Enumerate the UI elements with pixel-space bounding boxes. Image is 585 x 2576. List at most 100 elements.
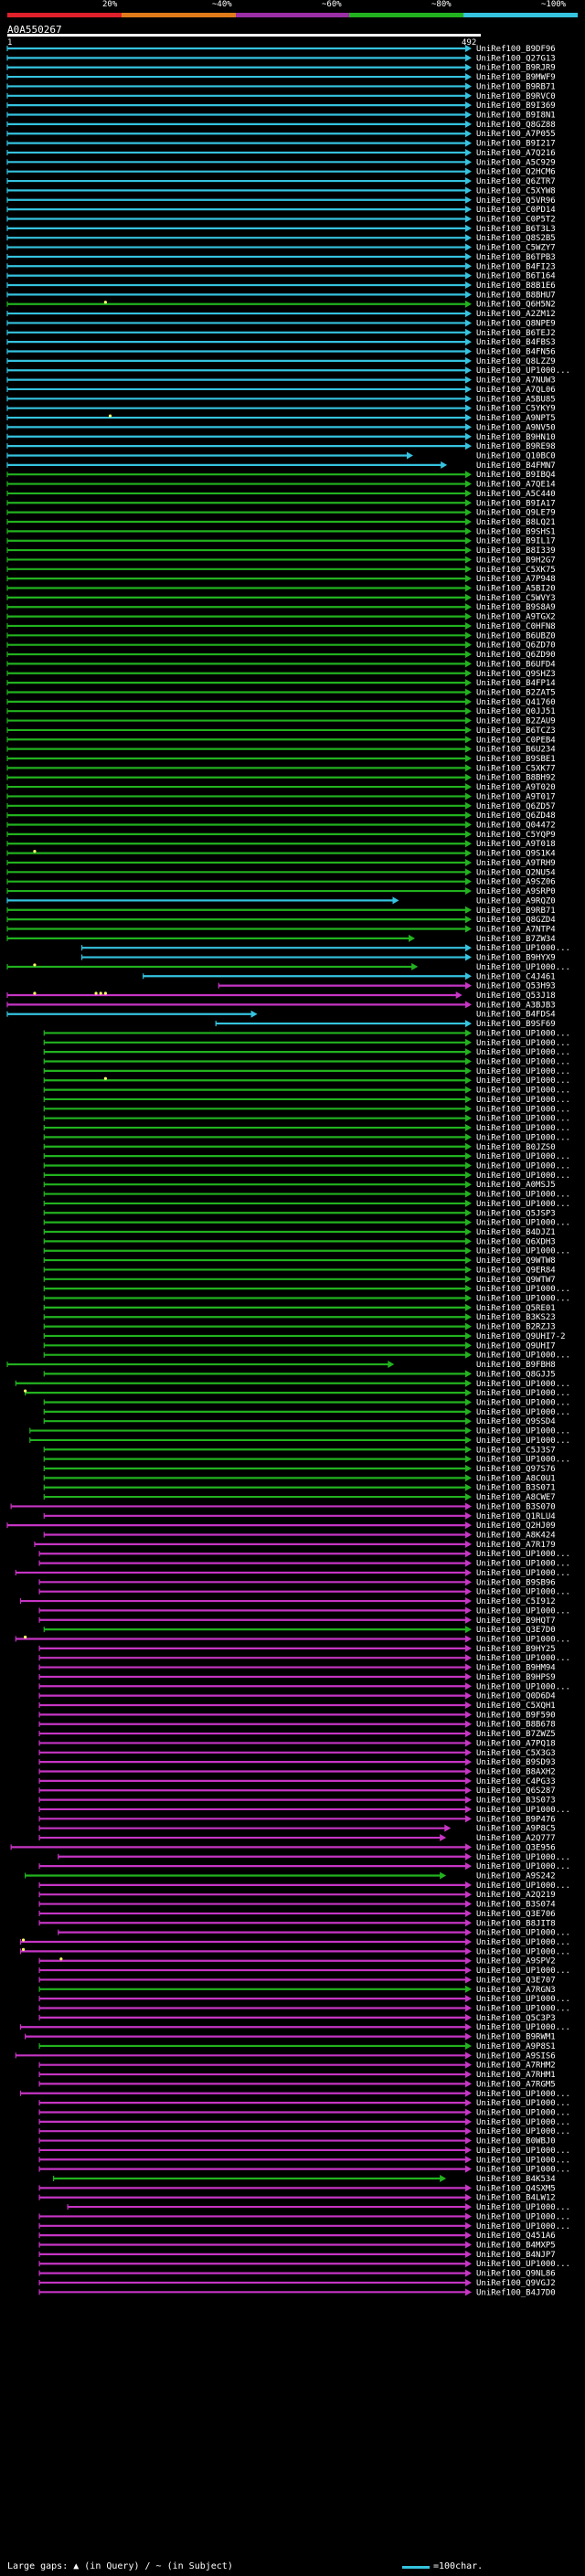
row-label[interactable]: UniRef100_B9HQT7	[476, 1617, 556, 1626]
row-label[interactable]: UniRef100_B9HYX9	[476, 954, 556, 963]
row-label[interactable]: UniRef100_B9I369	[476, 101, 556, 111]
row-label[interactable]: UniRef100_B9HN10	[476, 433, 556, 442]
row-label[interactable]: UniRef100_A5C929	[476, 158, 556, 167]
row-label[interactable]: UniRef100_Q3E956	[476, 1843, 556, 1852]
row-label[interactable]: UniRef100_UP1000...	[476, 1076, 570, 1086]
row-label[interactable]: UniRef100_B8BHU7	[476, 291, 556, 300]
row-label[interactable]: UniRef100_A9T020	[476, 783, 556, 792]
row-label[interactable]: UniRef100_B9RB71	[476, 906, 556, 916]
row-label[interactable]: UniRef100_Q53H93	[476, 982, 556, 991]
row-label[interactable]: UniRef100_UP1000...	[476, 1124, 570, 1133]
row-label[interactable]: UniRef100_Q2HJ09	[476, 1521, 556, 1531]
row-label[interactable]: UniRef100_Q41760	[476, 698, 556, 707]
row-label[interactable]: UniRef100_B4FDS4	[476, 1011, 556, 1020]
row-label[interactable]: UniRef100_C5WZY7	[476, 244, 556, 253]
row-label[interactable]: UniRef100_B9HY25	[476, 1645, 556, 1654]
row-label[interactable]: UniRef100_A8CWE7	[476, 1493, 556, 1502]
row-label[interactable]: UniRef100_B9IA17	[476, 499, 556, 508]
row-label[interactable]: UniRef100_UP1000...	[476, 1191, 570, 1200]
row-label[interactable]: UniRef100_A7NTP4	[476, 925, 556, 934]
row-label[interactable]: UniRef100_Q9LE79	[476, 509, 556, 518]
row-label[interactable]: UniRef100_UP1000...	[476, 2212, 570, 2221]
row-label[interactable]: UniRef100_UP1000...	[476, 1380, 570, 1389]
row-label[interactable]: UniRef100_UP1000...	[476, 1247, 570, 1256]
row-label[interactable]: UniRef100_Q6ZTR7	[476, 177, 556, 186]
row-label[interactable]: UniRef100_B3S070	[476, 1502, 556, 1511]
row-label[interactable]: UniRef100_B4J7D0	[476, 2288, 556, 2297]
row-label[interactable]: UniRef100_UP1000...	[476, 1389, 570, 1398]
row-label[interactable]: UniRef100_A0MSJ5	[476, 1181, 556, 1190]
row-label[interactable]: UniRef100_UP1000...	[476, 2118, 570, 2127]
row-label[interactable]: UniRef100_UP1000...	[476, 2166, 570, 2175]
row-label[interactable]: UniRef100_UP1000...	[476, 1682, 570, 1691]
row-label[interactable]: UniRef100_UP1000...	[476, 1352, 570, 1361]
row-label[interactable]: UniRef100_B8LQ21	[476, 518, 556, 527]
row-label[interactable]: UniRef100_UP1000...	[476, 1039, 570, 1048]
row-label[interactable]: UniRef100_B8AXH2	[476, 1768, 556, 1777]
row-label[interactable]: UniRef100_B3S074	[476, 1901, 556, 1910]
row-label[interactable]: UniRef100_B9RB71	[476, 82, 556, 91]
row-label[interactable]: UniRef100_UP1000...	[476, 1133, 570, 1142]
row-label[interactable]: UniRef100_B4FN56	[476, 348, 556, 357]
row-label[interactable]: UniRef100_C5XK77	[476, 764, 556, 773]
row-label[interactable]: UniRef100_UP1000...	[476, 963, 570, 972]
row-label[interactable]: UniRef100_Q9VGJ2	[476, 2279, 556, 2288]
row-label[interactable]: UniRef100_UP1000...	[476, 1200, 570, 1209]
row-label[interactable]: UniRef100_UP1000...	[476, 2222, 570, 2231]
row-label[interactable]: UniRef100_Q6ZD48	[476, 811, 556, 821]
row-label[interactable]: UniRef100_C5WVY3	[476, 594, 556, 603]
row-label[interactable]: UniRef100_B6U234	[476, 746, 556, 755]
row-label[interactable]: UniRef100_B4DJZ1	[476, 1228, 556, 1237]
row-label[interactable]: UniRef100_UP1000...	[476, 1408, 570, 1417]
row-label[interactable]: UniRef100_B9F590	[476, 1711, 556, 1720]
row-label[interactable]: UniRef100_B8BH92	[476, 774, 556, 783]
row-label[interactable]: UniRef100_Q5JSP3	[476, 1209, 556, 1218]
row-label[interactable]: UniRef100_C4J461	[476, 972, 556, 981]
row-label[interactable]: UniRef100_UP1000...	[476, 2147, 570, 2156]
row-label[interactable]: UniRef100_B4MXP5	[476, 2242, 556, 2251]
row-label[interactable]: UniRef100_UP1000...	[476, 1853, 570, 1862]
row-label[interactable]: UniRef100_UP1000...	[476, 2108, 570, 2117]
row-label[interactable]: UniRef100_UP1000...	[476, 366, 570, 376]
row-label[interactable]: UniRef100_C5X3G3	[476, 1749, 556, 1758]
row-label[interactable]: UniRef100_Q8LZZ9	[476, 357, 556, 366]
row-label[interactable]: UniRef100_UP1000...	[476, 2260, 570, 2269]
row-label[interactable]: UniRef100_A9NV50	[476, 423, 556, 432]
row-label[interactable]: UniRef100_A8K424	[476, 1532, 556, 1541]
row-label[interactable]: UniRef100_B4FI23	[476, 262, 556, 271]
row-label[interactable]: UniRef100_B6UBZ0	[476, 631, 556, 641]
row-label[interactable]: UniRef100_UP1000...	[476, 2127, 570, 2136]
row-label[interactable]: UniRef100_B6T3L3	[476, 225, 556, 234]
row-label[interactable]: UniRef100_UP1000...	[476, 1966, 570, 1976]
row-label[interactable]: UniRef100_Q6ZD90	[476, 651, 556, 660]
row-label[interactable]: UniRef100_A5BU85	[476, 395, 556, 404]
row-label[interactable]: UniRef100_B4FBS3	[476, 338, 556, 347]
row-label[interactable]: UniRef100_A9P8C5	[476, 1825, 556, 1834]
row-label[interactable]: UniRef100_C0HFN8	[476, 622, 556, 631]
row-label[interactable]: UniRef100_Q27G13	[476, 54, 556, 63]
row-label[interactable]: UniRef100_B9MWF9	[476, 73, 556, 82]
row-label[interactable]: UniRef100_B2ZAT5	[476, 688, 556, 697]
row-label[interactable]: UniRef100_A9SPV2	[476, 1957, 556, 1966]
row-label[interactable]: UniRef100_B9HPS9	[476, 1673, 556, 1682]
row-label[interactable]: UniRef100_A7PQ18	[476, 1739, 556, 1748]
row-label[interactable]: UniRef100_B7ZW34	[476, 935, 556, 944]
row-label[interactable]: UniRef100_Q8NPE9	[476, 319, 556, 328]
row-label[interactable]: UniRef100_B0JZS0	[476, 1143, 556, 1152]
row-label[interactable]: UniRef100_A7QE14	[476, 481, 556, 490]
row-label[interactable]: UniRef100_Q97S76	[476, 1465, 556, 1474]
row-label[interactable]: UniRef100_A7RHM2	[476, 2062, 556, 2071]
row-label[interactable]: UniRef100_Q5VR96	[476, 196, 556, 206]
row-label[interactable]: UniRef100_UP1000...	[476, 1029, 570, 1038]
row-label[interactable]: UniRef100_UP1000...	[476, 1588, 570, 1597]
row-label[interactable]: UniRef100_UP1000...	[476, 2090, 570, 2099]
row-label[interactable]: UniRef100_B9I8N1	[476, 111, 556, 121]
row-label[interactable]: UniRef100_Q8GZD4	[476, 916, 556, 925]
row-label[interactable]: UniRef100_A9T018	[476, 840, 556, 849]
row-label[interactable]: UniRef100_C5XK75	[476, 566, 556, 575]
row-label[interactable]: UniRef100_B0WBJ0	[476, 2137, 556, 2147]
row-label[interactable]: UniRef100_UP1000...	[476, 1882, 570, 1891]
row-label[interactable]: UniRef100_C5J3S7	[476, 1446, 556, 1455]
row-label[interactable]: UniRef100_B9P476	[476, 1815, 556, 1824]
row-label[interactable]: UniRef100_A2Q219	[476, 1891, 556, 1900]
